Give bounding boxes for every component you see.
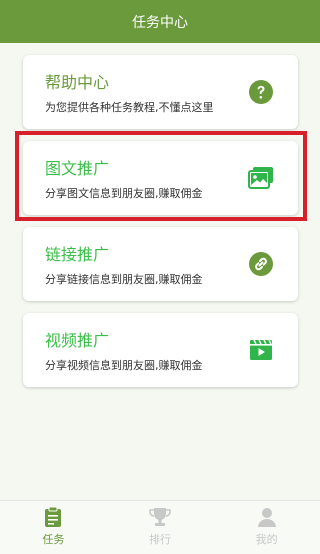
card-subtitle: 分享链接信息到朋友圈,赚取佣金 [45, 273, 203, 286]
video-promo-card[interactable]: 视频推广 分享视频信息到朋友圈,赚取佣金 [23, 313, 298, 387]
tab-label: 任务 [42, 533, 65, 546]
link-promo-card[interactable]: 链接推广 分享链接信息到朋友圈,赚取佣金 [23, 227, 298, 301]
card-title: 图文推广 [45, 159, 110, 178]
card-title: 视频推广 [45, 331, 110, 350]
bottom-tab-bar: 任务 排行 我的 [0, 500, 320, 554]
help-center-card[interactable]: 帮助中心 为您提供各种任务教程,不懂点这里 [23, 55, 298, 129]
user-icon [257, 508, 276, 527]
card-subtitle: 分享视频信息到朋友圈,赚取佣金 [45, 359, 203, 372]
tab-label: 我的 [255, 533, 278, 546]
app-header: 任务中心 [0, 0, 320, 43]
link-icon [248, 251, 274, 277]
tab-ranking[interactable]: 排行 [107, 501, 214, 554]
tab-mine[interactable]: 我的 [213, 501, 320, 554]
card-subtitle: 分享图文信息到朋友圈,赚取佣金 [45, 187, 203, 200]
help-icon [248, 79, 274, 105]
video-icon [248, 337, 274, 363]
card-title: 帮助中心 [45, 73, 110, 92]
trophy-icon [149, 508, 171, 526]
tab-label: 排行 [149, 533, 171, 546]
tab-tasks[interactable]: 任务 [0, 501, 107, 554]
image-text-promo-card[interactable]: 图文推广 分享图文信息到朋友圈,赚取佣金 [23, 141, 298, 215]
clipboard-icon [45, 506, 62, 527]
image-text-icon [248, 165, 274, 191]
page-title: 任务中心 [132, 14, 188, 31]
card-subtitle: 为您提供各种任务教程,不懂点这里 [45, 101, 214, 114]
card-title: 链接推广 [45, 245, 110, 264]
